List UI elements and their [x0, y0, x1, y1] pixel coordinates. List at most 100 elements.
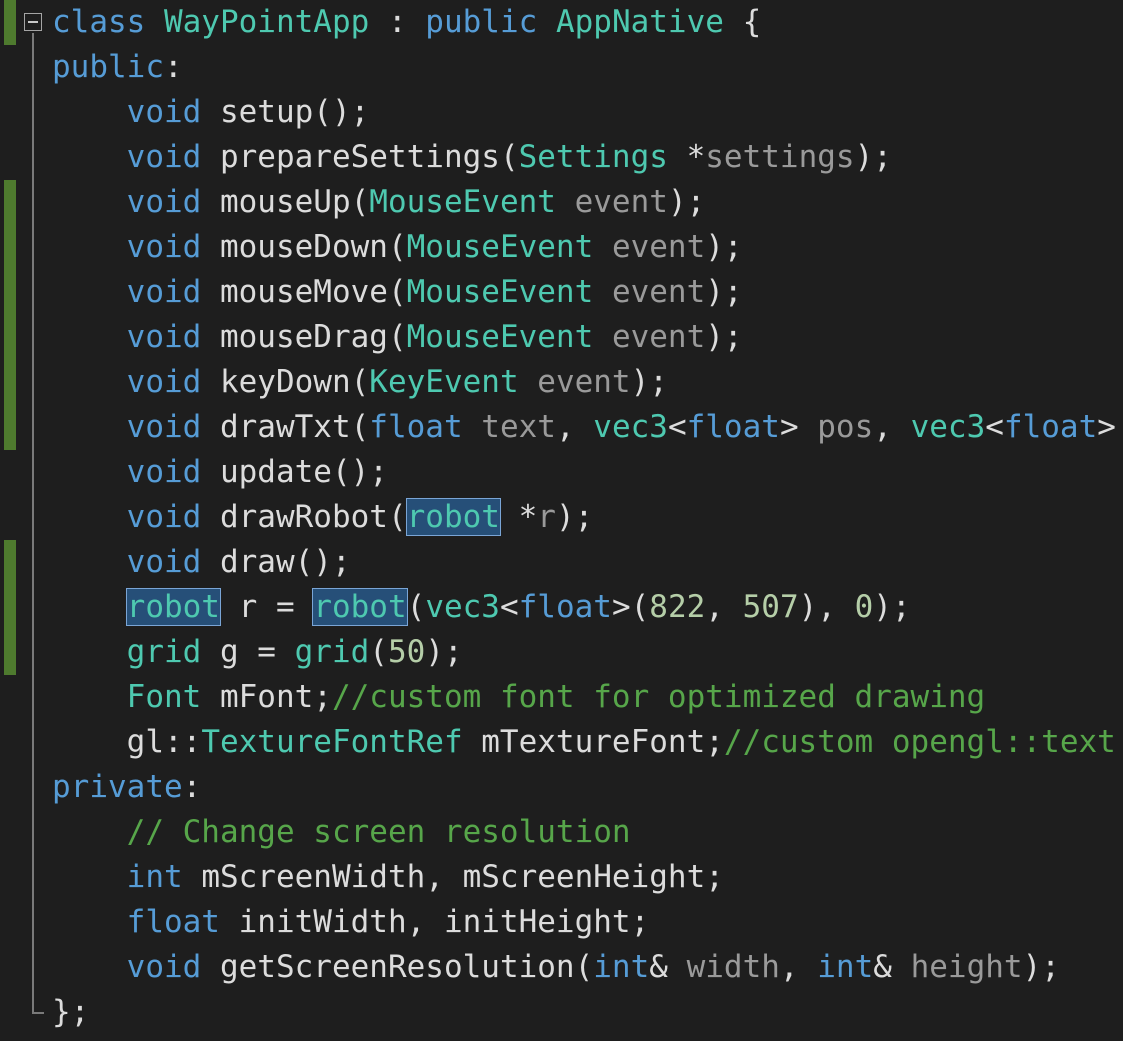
code-token: event [611, 229, 706, 265]
code-token: void [126, 139, 220, 175]
code-token: text [481, 409, 556, 445]
code-token: update(); [219, 454, 388, 490]
code-line[interactable]: void update(); [0, 450, 1123, 495]
code-text[interactable]: // Change screen resolution [52, 810, 631, 855]
code-token: void [126, 409, 220, 445]
code-token: int [593, 949, 650, 985]
code-token: , [779, 949, 818, 985]
code-line[interactable]: void getScreenResolution(int& width, int… [0, 945, 1123, 990]
code-text[interactable]: grid g = grid(50); [52, 630, 463, 675]
code-text[interactable]: Font mFont;//custom font for optimized d… [52, 675, 986, 720]
code-token: void [126, 274, 220, 310]
code-line[interactable]: void mouseUp(MouseEvent event); [0, 180, 1123, 225]
code-token: AppNative [555, 4, 724, 40]
code-text[interactable]: void prepareSettings(Settings *settings)… [52, 135, 892, 180]
code-token: void [126, 229, 220, 265]
code-line[interactable]: void mouseDrag(MouseEvent event); [0, 315, 1123, 360]
code-line[interactable]: // Change screen resolution [0, 810, 1123, 855]
code-text[interactable]: gl::TextureFontRef mTextureFont;//custom… [52, 720, 1116, 765]
code-line[interactable]: void keyDown(KeyEvent event); [0, 360, 1123, 405]
code-text[interactable]: void drawRobot(robot *r); [52, 495, 593, 540]
code-text[interactable]: void mouseUp(MouseEvent event); [52, 180, 706, 225]
code-token: MouseEvent [406, 229, 594, 265]
code-line[interactable]: void setup(); [0, 90, 1123, 135]
code-line[interactable]: void mouseDown(MouseEvent event); [0, 225, 1123, 270]
code-line[interactable]: void drawRobot(robot *r); [0, 495, 1123, 540]
code-line[interactable]: private: [0, 765, 1123, 810]
code-text[interactable]: void mouseDown(MouseEvent event); [52, 225, 743, 270]
code-token: settings [705, 139, 855, 175]
code-text[interactable]: private: [52, 765, 201, 810]
code-line[interactable]: float initWidth, initHeight; [0, 900, 1123, 945]
code-token: ); [873, 589, 911, 625]
code-text[interactable]: class WayPointApp : public AppNative { [52, 0, 761, 45]
code-token: : [369, 4, 426, 40]
code-token: < [667, 409, 687, 445]
code-token: & [649, 949, 687, 985]
code-text[interactable]: void keyDown(KeyEvent event); [52, 360, 668, 405]
code-token: prepareSettings( [219, 139, 519, 175]
code-token: int [126, 859, 202, 895]
code-text[interactable]: void mouseDrag(MouseEvent event); [52, 315, 743, 360]
code-line[interactable]: void prepareSettings(Settings *settings)… [0, 135, 1123, 180]
code-token: r = [219, 589, 314, 625]
code-text[interactable]: }; [52, 990, 89, 1035]
code-token: float [369, 409, 463, 445]
code-token: WayPointApp [163, 4, 370, 40]
code-token: , [873, 409, 911, 445]
code-token: MouseEvent [406, 274, 594, 310]
code-token: * [667, 139, 706, 175]
code-text[interactable]: int mScreenWidth, mScreenHeight; [52, 855, 724, 900]
code-token: ); [705, 319, 743, 355]
code-token: private [52, 769, 183, 805]
code-line[interactable]: void mouseMove(MouseEvent event); [0, 270, 1123, 315]
code-token: drawTxt( [219, 409, 370, 445]
code-token: pos [817, 409, 874, 445]
code-line[interactable]: class WayPointApp : public AppNative { [0, 0, 1123, 45]
code-token: void [126, 184, 220, 220]
change-indicator [4, 270, 16, 315]
code-token: float [126, 904, 239, 940]
collapse-icon[interactable] [24, 13, 42, 31]
code-token: Settings [518, 139, 668, 175]
code-line[interactable]: Font mFont;//custom font for optimized d… [0, 675, 1123, 720]
code-line[interactable]: gl::TextureFontRef mTextureFont;//custom… [0, 720, 1123, 765]
code-editor[interactable]: class WayPointApp : public AppNative {pu… [0, 0, 1123, 1041]
code-token: 0 [854, 589, 874, 625]
code-token: ); [667, 184, 706, 220]
code-token: >( [611, 589, 650, 625]
code-token: height [910, 949, 1023, 985]
code-text[interactable]: robot r = robot(vec3<float>(822, 507), 0… [52, 585, 911, 630]
code-token: Font [126, 679, 202, 715]
code-text[interactable]: void draw(); [52, 540, 351, 585]
code-token: width [686, 949, 780, 985]
code-token: }; [52, 994, 90, 1030]
code-text[interactable]: void setup(); [52, 90, 370, 135]
code-text[interactable]: public: [52, 45, 183, 90]
code-line[interactable]: void drawTxt(float text, vec3<float> pos… [0, 405, 1123, 450]
code-token: mouseDown( [219, 229, 407, 265]
code-line[interactable]: void draw(); [0, 540, 1123, 585]
code-token: drawRobot( [219, 499, 407, 535]
code-text[interactable]: void getScreenResolution(int& width, int… [52, 945, 1060, 990]
change-indicator [4, 0, 16, 45]
code-line[interactable]: public: [0, 45, 1123, 90]
code-token: initWidth, initHeight; [238, 904, 650, 940]
code-line[interactable]: int mScreenWidth, mScreenHeight; [0, 855, 1123, 900]
code-line[interactable]: robot r = robot(vec3<float>(822, 507), 0… [0, 585, 1123, 630]
highlighted-token: robot [405, 498, 501, 536]
code-line[interactable]: grid g = grid(50); [0, 630, 1123, 675]
code-text[interactable]: void drawTxt(float text, vec3<float> pos… [52, 405, 1116, 450]
code-line[interactable]: }; [0, 990, 1123, 1035]
code-text[interactable]: float initWidth, initHeight; [52, 900, 650, 945]
code-text[interactable]: void update(); [52, 450, 388, 495]
code-text[interactable]: void mouseMove(MouseEvent event); [52, 270, 743, 315]
